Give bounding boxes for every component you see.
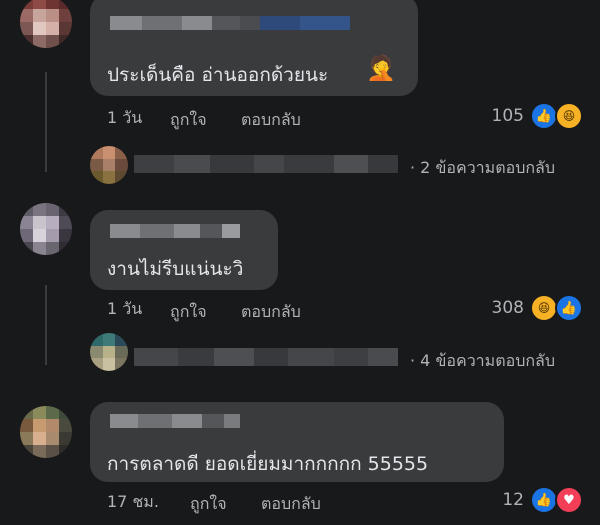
- thread-line: [45, 285, 47, 365]
- reply-avatar[interactable]: [90, 333, 128, 371]
- comment-text: งานไม่รีบแน่นะวิ: [107, 258, 244, 280]
- haha-icon: 😆: [530, 294, 558, 322]
- haha-icon: 😆: [555, 102, 583, 130]
- reply-button[interactable]: ตอบกลับ: [261, 492, 321, 517]
- like-button[interactable]: ถูกใจ: [190, 492, 227, 517]
- facepalm-emoji: 🤦: [366, 54, 396, 82]
- thread-line: [45, 72, 47, 172]
- reaction-count[interactable]: 105: [480, 106, 524, 126]
- reply-preview[interactable]: [134, 348, 398, 366]
- reaction-count[interactable]: 308: [480, 298, 524, 318]
- like-button[interactable]: ถูกใจ: [170, 108, 207, 133]
- commenter-name[interactable]: [110, 414, 240, 428]
- comment-time[interactable]: 17 ชม.: [107, 490, 159, 515]
- like-icon: 👍: [555, 294, 583, 322]
- commenter-name[interactable]: [110, 224, 240, 238]
- like-icon: 👍: [530, 486, 558, 514]
- comment-time[interactable]: 1 วัน: [107, 297, 142, 322]
- reply-avatar[interactable]: [90, 146, 128, 184]
- like-button[interactable]: ถูกใจ: [170, 300, 207, 325]
- commenter-name[interactable]: [110, 16, 350, 30]
- reply-preview[interactable]: [134, 155, 398, 173]
- like-icon: 👍: [530, 102, 558, 130]
- reaction-count[interactable]: 12: [480, 490, 524, 510]
- comment-time[interactable]: 1 วัน: [107, 106, 142, 131]
- view-replies-link[interactable]: · 4 ข้อความตอบกลับ: [410, 349, 555, 374]
- avatar[interactable]: [20, 203, 72, 255]
- view-replies-link[interactable]: · 2 ข้อความตอบกลับ: [410, 156, 555, 181]
- avatar[interactable]: [20, 406, 72, 458]
- love-icon: ♥: [555, 486, 583, 514]
- reply-button[interactable]: ตอบกลับ: [241, 300, 301, 325]
- reply-button[interactable]: ตอบกลับ: [241, 108, 301, 133]
- comment-text: ประเด็นคือ อ่านออกด้วยนะ: [107, 64, 329, 86]
- avatar[interactable]: [20, 0, 72, 48]
- comment-text: การตลาดดี ยอดเยี่ยมมากกกกก 55555: [107, 453, 429, 475]
